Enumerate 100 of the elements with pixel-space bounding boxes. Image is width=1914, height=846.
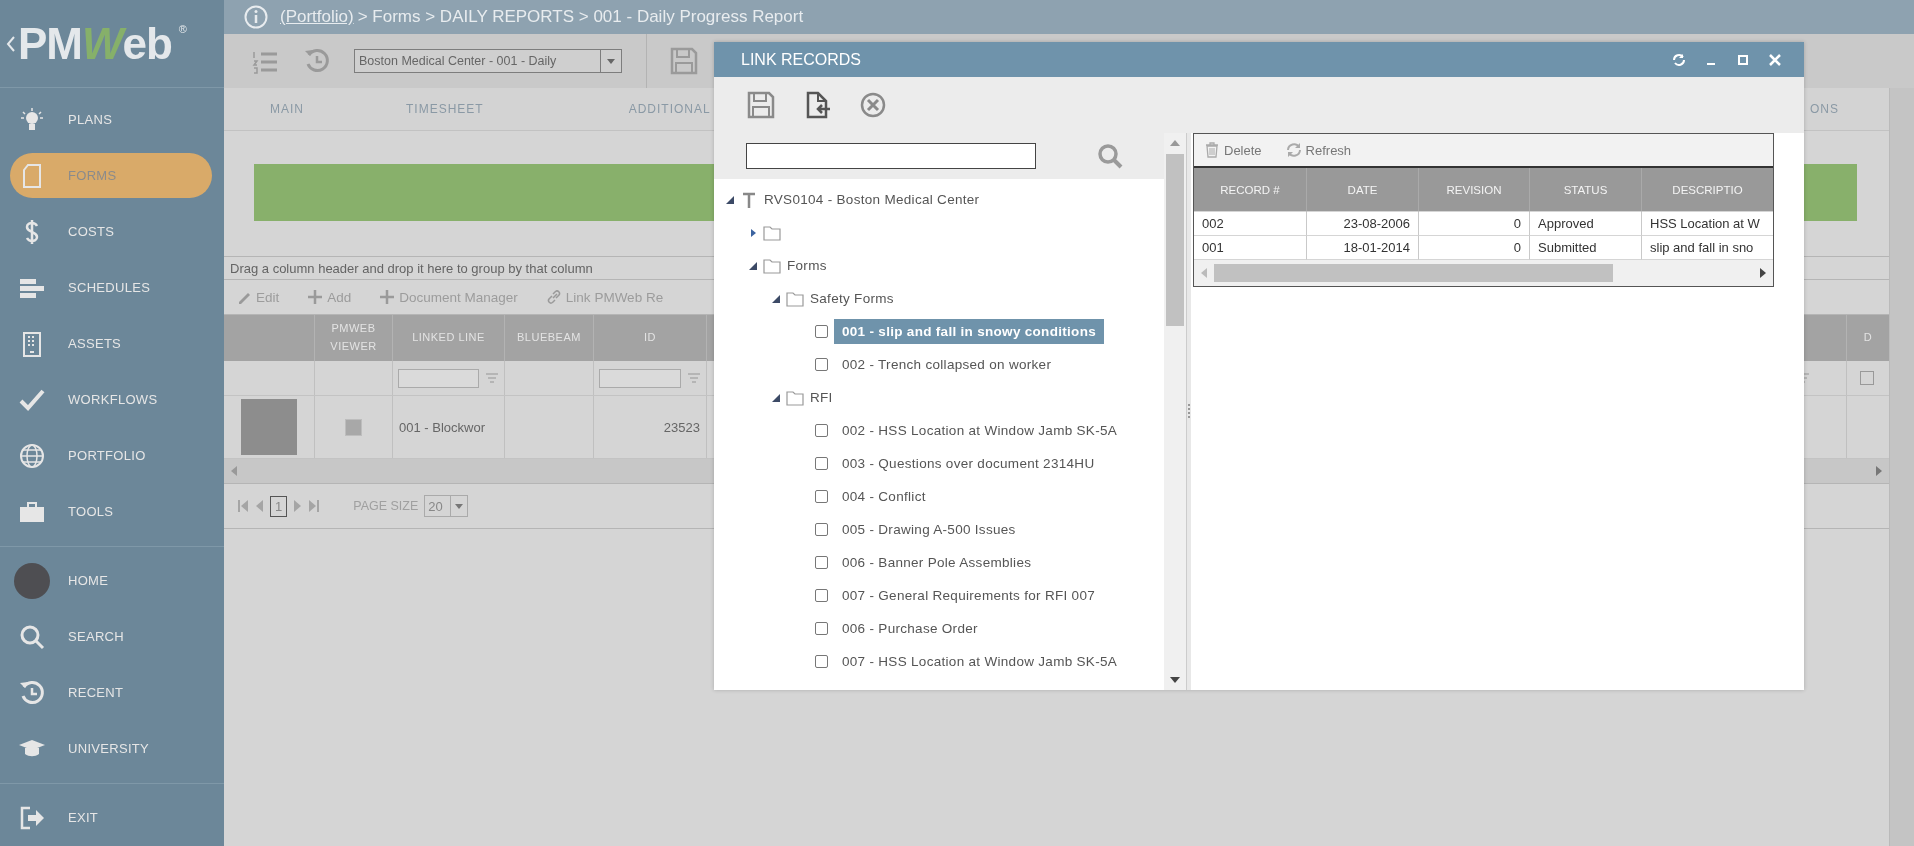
sidebar-item[interactable]: WORKFLOWS xyxy=(10,377,212,422)
tab[interactable]: ONS xyxy=(1810,102,1839,116)
collapse-arrow-icon[interactable] xyxy=(772,294,780,303)
checkbox[interactable] xyxy=(815,622,828,635)
folder-icon xyxy=(786,389,804,406)
tree-item[interactable]: 003 - Questions over document 2314HU xyxy=(834,451,1103,476)
tree-item[interactable]: 001 - slip and fall in snowy conditions xyxy=(834,319,1104,344)
filter-field[interactable] xyxy=(397,368,480,388)
expand-arrow-icon[interactable] xyxy=(749,228,757,237)
column-header[interactable]: STATUS xyxy=(1530,168,1642,212)
column-header[interactable]: RECORD # xyxy=(1194,168,1307,212)
checkbox[interactable] xyxy=(815,358,828,371)
checkbox[interactable] xyxy=(815,655,828,668)
grid-action[interactable]: Refresh xyxy=(1285,142,1352,158)
collapse-arrow-icon[interactable] xyxy=(749,261,757,270)
checkbox[interactable] xyxy=(815,325,828,338)
save-icon[interactable] xyxy=(746,90,776,120)
scrollbar[interactable] xyxy=(1164,133,1186,690)
sidebar-item[interactable]: PLANS xyxy=(10,97,212,142)
sidebar-item[interactable]: FORMS xyxy=(10,153,212,198)
grid-action[interactable]: Add xyxy=(307,289,352,305)
checkbox[interactable] xyxy=(815,424,828,437)
tab[interactable]: ADDITIONAL xyxy=(628,102,711,116)
checkbox[interactable] xyxy=(815,490,828,503)
scroll-up-icon[interactable] xyxy=(1170,139,1180,146)
scroll-left-icon[interactable] xyxy=(230,465,238,477)
cancel-icon[interactable] xyxy=(858,90,888,120)
collapse-arrow-icon[interactable] xyxy=(726,195,734,204)
checkbox[interactable] xyxy=(1860,371,1874,385)
column-header[interactable]: DESCRIPTIO xyxy=(1642,168,1773,212)
checkbox[interactable] xyxy=(815,523,828,536)
page-number[interactable]: 1 xyxy=(270,495,288,517)
column-header[interactable]: D xyxy=(1847,315,1889,361)
back-chevron-icon[interactable] xyxy=(6,35,16,52)
history-icon xyxy=(18,678,46,707)
sidebar-item[interactable]: SEARCH xyxy=(10,614,212,659)
sidebar-item[interactable]: EXIT xyxy=(10,795,212,840)
tree-item[interactable]: 007 - HSS Location at Window Jamb SK-5A xyxy=(834,649,1126,674)
tree-item[interactable]: Forms xyxy=(787,258,827,273)
scroll-left-icon[interactable] xyxy=(1200,267,1208,279)
scrollbar-thumb[interactable] xyxy=(1214,264,1613,282)
grid-action[interactable]: Document Manager xyxy=(379,289,518,305)
sidebar-item[interactable]: RECENT xyxy=(10,670,212,715)
tab[interactable]: MAIN xyxy=(270,102,304,116)
scrollbar-thumb[interactable] xyxy=(1166,154,1184,326)
viewer-checkbox[interactable] xyxy=(345,418,362,436)
table-cell: 0 xyxy=(1419,212,1530,236)
sidebar-item[interactable]: TOOLS xyxy=(10,489,212,534)
sidebar-item[interactable]: SCHEDULES xyxy=(10,265,212,310)
tree-item[interactable]: 006 - Purchase Order xyxy=(834,616,986,641)
tree-item[interactable]: Safety Forms xyxy=(810,291,894,306)
grid-action[interactable]: Edit xyxy=(236,289,280,305)
column-header[interactable]: LINKED LINE xyxy=(393,315,505,361)
page-size-dropdown[interactable]: 20 xyxy=(424,495,469,517)
tree-item[interactable]: 002 - Trench collapsed on worker xyxy=(834,352,1060,377)
tree-item[interactable]: 006 - Banner Pole Assemblies xyxy=(834,550,1040,575)
save-icon[interactable] xyxy=(669,46,699,76)
link-icon xyxy=(545,289,562,305)
tab[interactable]: TIMESHEET xyxy=(406,102,484,116)
scroll-down-icon[interactable] xyxy=(1170,677,1180,684)
previous-page-icon[interactable] xyxy=(254,499,264,513)
breadcrumb-link[interactable]: (Portfolio) xyxy=(280,7,354,27)
checkbox[interactable] xyxy=(815,457,828,470)
tree-item[interactable]: 005 - Drawing A-500 Issues xyxy=(834,517,1024,542)
folder-icon xyxy=(763,257,781,274)
tree-item[interactable]: RVS0104 - Boston Medical Center xyxy=(764,192,980,207)
maximize-icon[interactable] xyxy=(1736,52,1750,67)
last-page-icon[interactable] xyxy=(309,499,320,513)
filter-field[interactable] xyxy=(598,368,682,388)
tree-item[interactable]: 004 - Conflict xyxy=(834,484,934,509)
sidebar-item[interactable]: ASSETS xyxy=(10,321,212,366)
column-header[interactable]: DATE xyxy=(1307,168,1419,212)
scroll-right-icon[interactable] xyxy=(1759,267,1767,279)
tree-item[interactable]: 002 - HSS Location at Window Jamb SK-5A xyxy=(834,418,1126,443)
search-field[interactable] xyxy=(746,143,1036,169)
first-page-icon[interactable] xyxy=(238,499,248,513)
grid-action[interactable]: Link PMWeb Re xyxy=(545,289,664,305)
tree-item[interactable]: 007 - General Requirements for RFI 007 xyxy=(834,583,1103,608)
tree-item[interactable]: RFI xyxy=(810,390,833,405)
info-icon[interactable] xyxy=(244,5,268,29)
checkbox[interactable] xyxy=(815,589,828,602)
grid-action[interactable]: Delete xyxy=(1204,142,1262,158)
folder-icon xyxy=(786,290,804,307)
column-header[interactable]: REVISION xyxy=(1419,168,1530,212)
table-cell: 002 xyxy=(1194,212,1307,236)
sidebar-item[interactable]: HOME xyxy=(10,558,212,603)
close-icon[interactable] xyxy=(1768,52,1782,67)
record-dropdown[interactable]: Boston Medical Center - 001 - Daily xyxy=(354,49,622,73)
column-header[interactable]: PMWEB VIEWER xyxy=(315,315,393,361)
table-cell: 23-08-2006 xyxy=(1307,212,1419,236)
column-header[interactable]: BLUEBEAM xyxy=(505,315,594,361)
sidebar-item[interactable]: COSTS xyxy=(10,209,212,254)
checkbox[interactable] xyxy=(815,556,828,569)
sidebar-item[interactable]: UNIVERSITY xyxy=(10,726,212,771)
refresh-icon[interactable] xyxy=(1672,52,1686,67)
column-header[interactable]: ID xyxy=(594,315,707,361)
collapse-arrow-icon[interactable] xyxy=(772,393,780,402)
sidebar-item[interactable]: PORTFOLIO xyxy=(10,433,212,478)
scrollbar[interactable] xyxy=(1889,88,1914,846)
search-icon[interactable] xyxy=(1096,142,1124,170)
